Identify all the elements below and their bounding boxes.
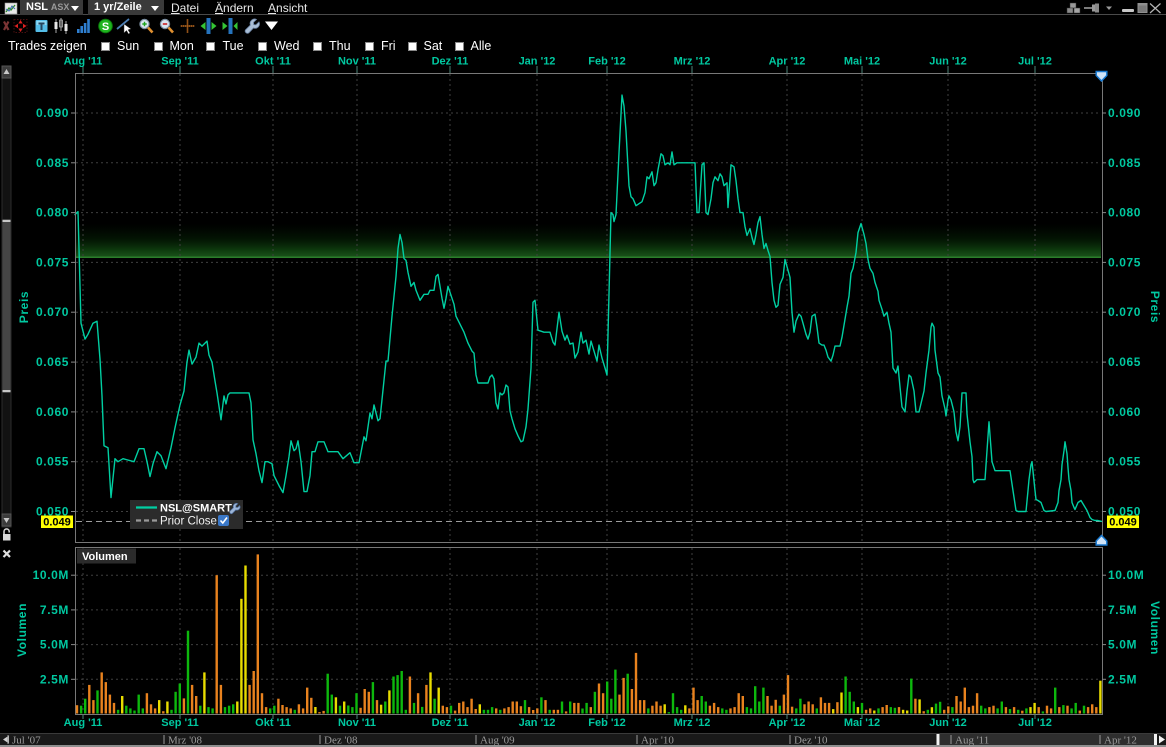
svg-text:Sep '11: Sep '11	[161, 56, 198, 68]
svg-text:Mrz '12: Mrz '12	[674, 56, 711, 68]
svg-text:Mai '12: Mai '12	[844, 717, 880, 729]
svg-text:0.090: 0.090	[1108, 106, 1141, 120]
svg-text:Okt '11: Okt '11	[255, 717, 291, 729]
svg-text:0.065: 0.065	[36, 355, 69, 369]
svg-text:Jun '12: Jun '12	[929, 56, 966, 68]
svg-text:Jul '12: Jul '12	[1018, 717, 1052, 729]
svg-text:Nov '11: Nov '11	[338, 56, 376, 68]
svg-text:Sep '11: Sep '11	[161, 717, 198, 729]
svg-text:Aug '11: Aug '11	[64, 717, 103, 729]
svg-text:Volumen: Volumen	[1148, 601, 1162, 655]
svg-text:0.080: 0.080	[36, 206, 69, 220]
svg-text:Jan '12: Jan '12	[519, 717, 556, 729]
svg-text:0.085: 0.085	[1108, 156, 1141, 170]
svg-text:0.070: 0.070	[1108, 305, 1141, 319]
svg-text:Aug '11: Aug '11	[955, 735, 989, 747]
svg-text:10.0M: 10.0M	[1108, 568, 1144, 582]
svg-text:2.5M: 2.5M	[40, 672, 69, 686]
svg-text:0.049: 0.049	[43, 517, 71, 529]
svg-text:Volumen: Volumen	[82, 551, 128, 563]
svg-text:Apr '12: Apr '12	[769, 56, 806, 68]
svg-text:Mrz '12: Mrz '12	[674, 717, 711, 729]
svg-text:0.085: 0.085	[36, 156, 69, 170]
svg-text:Dez '10: Dez '10	[794, 735, 828, 747]
svg-text:Jul '12: Jul '12	[1018, 56, 1052, 68]
svg-text:Jul '07: Jul '07	[12, 735, 41, 747]
svg-text:Apr '10: Apr '10	[641, 735, 674, 747]
svg-text:Mrz '08: Mrz '08	[168, 735, 203, 747]
svg-text:NSL@SMART: NSL@SMART	[160, 503, 232, 515]
svg-text:0.065: 0.065	[1108, 355, 1141, 369]
svg-text:Jan '12: Jan '12	[519, 56, 556, 68]
svg-text:Aug '11: Aug '11	[64, 56, 103, 68]
svg-text:Apr '12: Apr '12	[769, 717, 806, 729]
svg-text:0.075: 0.075	[1108, 255, 1141, 269]
svg-text:Prior Close: Prior Close	[160, 516, 217, 528]
svg-text:Preis: Preis	[17, 291, 31, 323]
svg-text:10.0M: 10.0M	[33, 568, 69, 582]
svg-text:Dez '11: Dez '11	[432, 56, 469, 68]
svg-text:Dez '08: Dez '08	[324, 735, 358, 747]
svg-text:7.5M: 7.5M	[40, 603, 69, 617]
svg-text:0.049: 0.049	[1109, 517, 1137, 529]
svg-text:Volumen: Volumen	[15, 603, 29, 657]
svg-text:0.060: 0.060	[36, 405, 69, 419]
svg-text:Jun '12: Jun '12	[929, 717, 966, 729]
svg-text:Aug '09: Aug '09	[480, 735, 515, 747]
svg-text:Okt '11: Okt '11	[255, 56, 291, 68]
svg-text:Feb '12: Feb '12	[588, 717, 625, 729]
svg-text:Apr '12: Apr '12	[1104, 735, 1137, 747]
svg-text:0.075: 0.075	[36, 255, 69, 269]
svg-text:Preis: Preis	[1148, 291, 1162, 323]
svg-text:5.0M: 5.0M	[40, 638, 69, 652]
svg-text:0.070: 0.070	[36, 305, 69, 319]
svg-text:0.080: 0.080	[1108, 206, 1141, 220]
svg-text:0.060: 0.060	[1108, 405, 1141, 419]
svg-text:Mai '12: Mai '12	[844, 56, 880, 68]
svg-text:2.5M: 2.5M	[1108, 672, 1137, 686]
svg-text:Dez '11: Dez '11	[432, 717, 469, 729]
svg-text:Feb '12: Feb '12	[588, 56, 625, 68]
svg-text:0.055: 0.055	[1108, 455, 1141, 469]
svg-text:5.0M: 5.0M	[1108, 638, 1137, 652]
svg-text:S: S	[102, 21, 109, 33]
svg-text:7.5M: 7.5M	[1108, 603, 1137, 617]
svg-text:0.055: 0.055	[36, 455, 69, 469]
svg-text:Nov '11: Nov '11	[338, 717, 376, 729]
svg-text:0.090: 0.090	[36, 106, 69, 120]
